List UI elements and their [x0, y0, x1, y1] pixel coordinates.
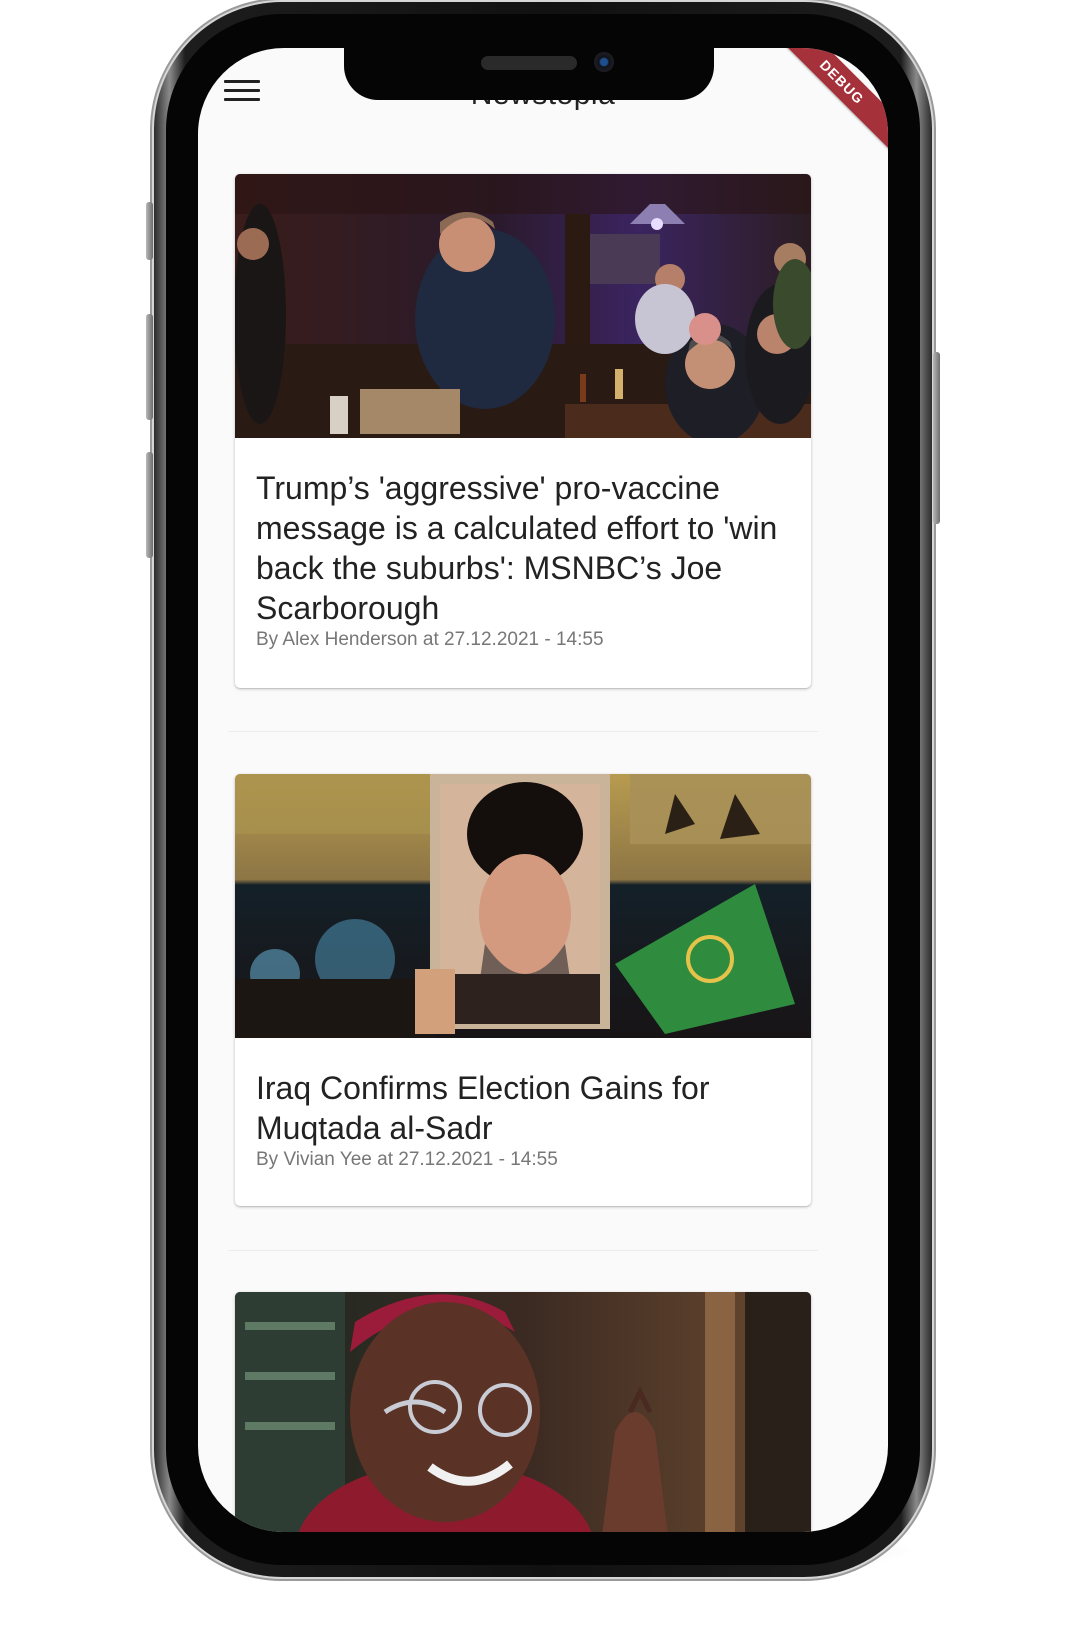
article-title[interactable]: Iraq Confirms Election Gains for Muqtada…: [256, 1068, 790, 1148]
app-screen: DEBUG Newstopia: [198, 48, 888, 1532]
article-card[interactable]: [235, 1292, 811, 1532]
feed-divider: [228, 1250, 818, 1251]
front-camera-icon: [594, 52, 614, 72]
power-button: [933, 352, 940, 524]
silent-switch: [146, 202, 153, 260]
article-byline: By Vivian Yee at 27.12.2021 - 14:55: [256, 1149, 558, 1170]
article-image: [235, 774, 811, 1038]
article-card[interactable]: Iraq Confirms Election Gains for Muqtada…: [235, 774, 811, 1206]
phone-frame: DEBUG Newstopia: [146, 2, 940, 1577]
feed-divider: [228, 731, 818, 732]
article-card[interactable]: Trump’s 'aggressive' pro-vaccine message…: [235, 174, 811, 688]
volume-down-button: [146, 452, 153, 558]
article-title[interactable]: Trump’s 'aggressive' pro-vaccine message…: [256, 468, 790, 628]
article-image: [235, 174, 811, 438]
device-notch: [344, 48, 714, 100]
volume-up-button: [146, 314, 153, 420]
article-image: [235, 1292, 811, 1532]
earpiece-speaker: [481, 56, 577, 70]
article-byline: By Alex Henderson at 27.12.2021 - 14:55: [256, 629, 604, 650]
